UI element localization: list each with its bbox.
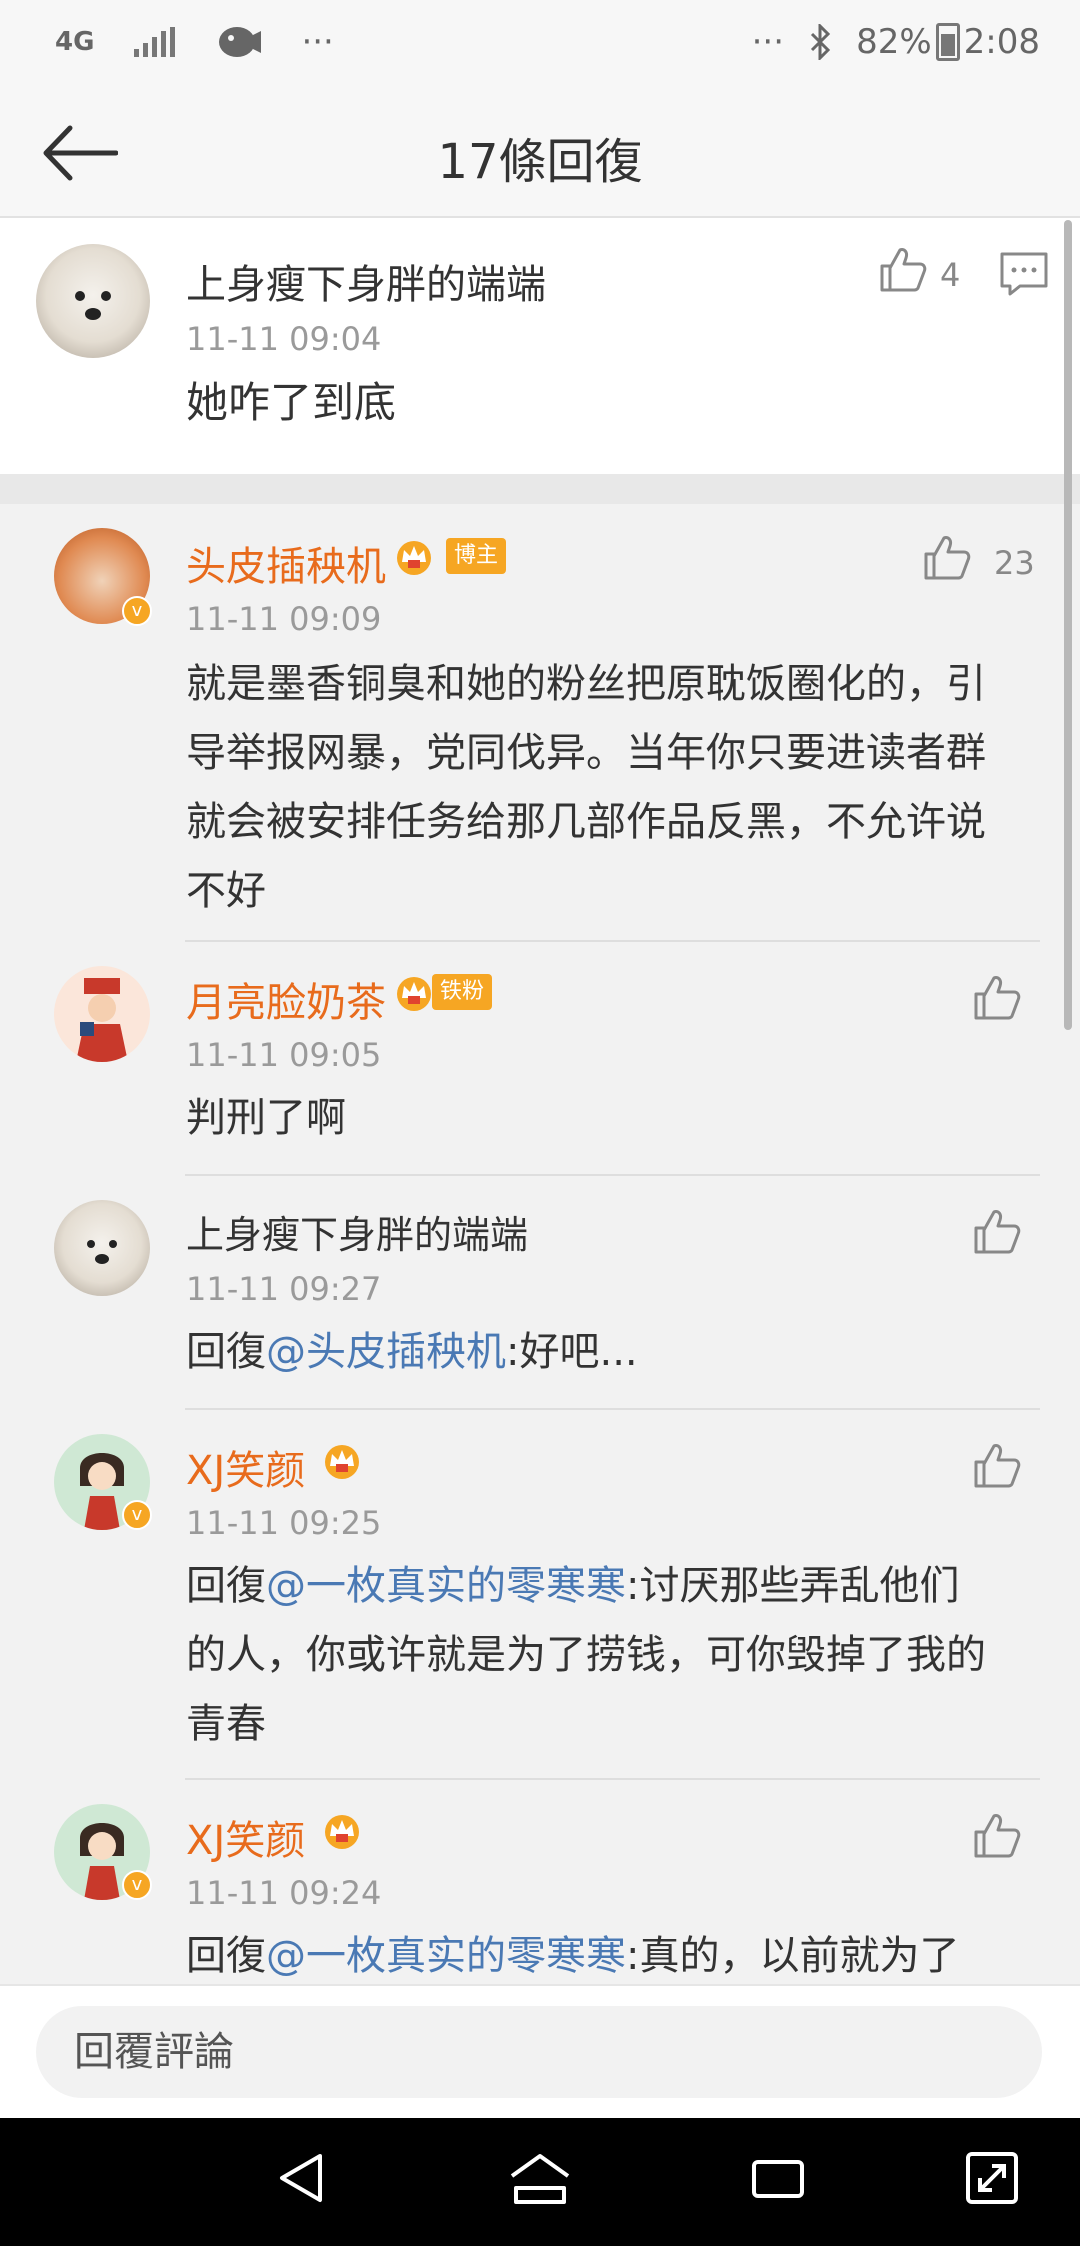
clock: 2:08	[963, 22, 1040, 62]
home-nav-icon[interactable]	[508, 2148, 572, 2208]
crown-icon	[325, 1815, 359, 1849]
crown-icon	[397, 541, 431, 575]
back-nav-icon[interactable]	[272, 2148, 332, 2208]
avatar[interactable]	[54, 966, 150, 1062]
scrollbar[interactable]	[1064, 220, 1072, 1030]
reply-text: 判刑了啊	[186, 1095, 346, 1141]
status-bar: 4G ··· ··· 82% 2:08	[0, 0, 1080, 90]
more-status: ···	[751, 22, 785, 62]
reply-time: 11-11 09:27	[186, 1270, 382, 1308]
battery-percent: 82%	[856, 22, 932, 62]
bluetooth-icon	[811, 24, 831, 60]
reply-input[interactable]: 回覆評論	[36, 2006, 1042, 2098]
network-indicator: 4G	[55, 27, 95, 57]
fish-icon	[219, 27, 262, 57]
verified-badge-icon: v	[122, 596, 152, 626]
like-icon[interactable]	[970, 1810, 1022, 1862]
reply-list: v 头皮插秧机 博主 23 11-11 09:09 就是墨香铜臭和她的粉丝把原耽…	[0, 504, 1080, 1984]
main-comment: 上身瘦下身胖的端端 11-11 09:04 她咋了到底 4	[0, 218, 1080, 474]
avatar[interactable]	[54, 1200, 150, 1296]
reply-text: 回復@一枚真实的零寒寒:真的，以前就为了	[186, 1933, 960, 1979]
section-divider	[0, 474, 1080, 504]
reply-text: 就是墨香铜臭和她的粉丝把原耽饭圈化的，引 导举报网暴，党同伐异。当年你只要进读者…	[186, 661, 986, 914]
like-count: 23	[994, 544, 1035, 582]
reply-text: 回復@头皮插秧机:好吧...	[186, 1329, 638, 1375]
like-icon[interactable]	[876, 244, 928, 296]
reply-author[interactable]: 头皮插秧机	[186, 534, 386, 592]
verified-badge-icon: v	[122, 1500, 152, 1530]
like-icon[interactable]	[920, 532, 972, 584]
reply-time: 11-11 09:05	[186, 1036, 382, 1074]
comment-time: 11-11 09:04	[186, 320, 382, 358]
reply-bar: 回覆評論	[0, 1984, 1080, 2120]
divider	[185, 1174, 1040, 1176]
divider	[185, 940, 1040, 942]
reply-time: 11-11 09:09	[186, 600, 382, 638]
fan-badge: 铁粉	[432, 974, 493, 1010]
navigation-bar	[0, 2118, 1080, 2246]
recent-apps-icon[interactable]	[748, 2148, 808, 2208]
expand-icon[interactable]	[962, 2148, 1022, 2208]
reply-author[interactable]: 上身瘦下身胖的端端	[186, 1204, 528, 1259]
reply-author[interactable]: XJ笑颜	[186, 1808, 305, 1866]
mention-link[interactable]: @头皮插秧机	[266, 1329, 506, 1375]
mention-link[interactable]: @一枚真实的零寒寒	[266, 1933, 626, 1979]
reply-time: 11-11 09:25	[186, 1504, 382, 1542]
verified-badge-icon: v	[122, 1870, 152, 1900]
reply-author[interactable]: 月亮脸奶茶	[186, 970, 386, 1028]
more-notifications: ···	[301, 22, 334, 62]
crown-icon	[397, 977, 431, 1011]
reply-text: 回復@一枚真实的零寒寒:讨厌那些弄乱他们 的人，你或许就是为了捞钱，可你毁掉了我…	[186, 1563, 986, 1747]
crown-icon	[325, 1445, 359, 1479]
reply-time: 11-11 09:24	[186, 1874, 382, 1912]
reply-icon[interactable]	[998, 248, 1050, 300]
comment-text: 她咋了到底	[186, 378, 397, 427]
page-title: 17條回復	[437, 134, 643, 190]
avatar[interactable]	[36, 244, 150, 358]
mention-link[interactable]: @一枚真实的零寒寒	[266, 1563, 626, 1609]
divider	[185, 1408, 1040, 1410]
signal-icon	[134, 27, 176, 57]
comment-author[interactable]: 上身瘦下身胖的端端	[186, 252, 546, 310]
blogger-badge: 博主	[446, 538, 507, 574]
divider	[185, 1778, 1040, 1780]
reply-author[interactable]: XJ笑颜	[186, 1438, 305, 1496]
like-icon[interactable]	[970, 1440, 1022, 1492]
like-count: 4	[940, 256, 961, 294]
header: 17條回復	[0, 90, 1080, 218]
like-icon[interactable]	[970, 972, 1022, 1024]
battery-icon	[935, 23, 960, 61]
like-icon[interactable]	[970, 1206, 1022, 1258]
